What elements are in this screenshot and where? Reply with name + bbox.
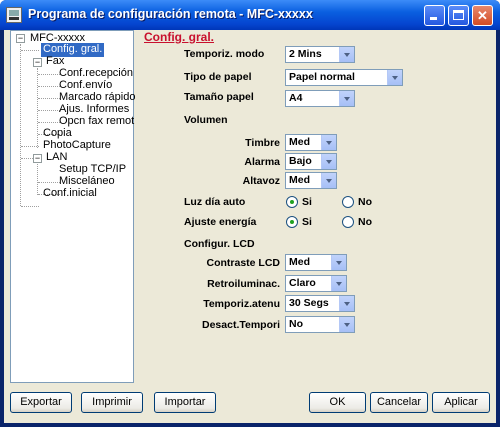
cancelar-button[interactable]: Cancelar bbox=[370, 392, 428, 413]
contraste-lcd-label: Contraste LCD bbox=[206, 257, 280, 269]
imprimir-button[interactable]: Imprimir bbox=[81, 392, 143, 413]
ajuste-energia-si-label: Si bbox=[302, 216, 312, 228]
chevron-down-icon bbox=[321, 173, 336, 188]
collapse-icon[interactable]: − bbox=[33, 58, 42, 67]
collapse-icon[interactable]: − bbox=[33, 154, 42, 163]
luz-dia-auto-no-radio[interactable] bbox=[342, 196, 354, 208]
temporiz-modo-label: Temporiz. modo bbox=[184, 48, 265, 60]
tree-item-conf-inicial[interactable]: Conf.inicial bbox=[41, 187, 99, 201]
chevron-down-icon bbox=[331, 255, 346, 270]
settings-panel: Config. gral. Temporiz. modo 2 Mins Tipo… bbox=[140, 30, 496, 383]
contraste-lcd-value: Med bbox=[289, 256, 310, 268]
minimize-icon bbox=[430, 17, 437, 20]
exportar-button[interactable]: Exportar bbox=[10, 392, 72, 413]
tipo-papel-label: Tipo de papel bbox=[184, 71, 252, 83]
tree-line bbox=[37, 68, 38, 148]
chevron-down-icon bbox=[339, 296, 354, 311]
temporiz-modo-value: 2 Mins bbox=[289, 48, 322, 60]
tree-line bbox=[37, 164, 38, 195]
luz-dia-auto-si-radio[interactable] bbox=[286, 196, 298, 208]
volumen-label: Volumen bbox=[184, 114, 228, 126]
maximize-button[interactable] bbox=[448, 5, 469, 26]
tree-line bbox=[21, 50, 39, 51]
tipo-papel-select[interactable]: Papel normal bbox=[285, 69, 403, 86]
app-icon bbox=[6, 7, 22, 23]
ajuste-energia-no-label: No bbox=[358, 216, 372, 228]
ajuste-energia-label: Ajuste energía bbox=[184, 216, 257, 228]
desact-tempori-label: Desact.Tempori bbox=[202, 319, 280, 331]
contraste-lcd-select[interactable]: Med bbox=[285, 254, 347, 271]
window-title: Programa de configuración remota - MFC-x… bbox=[28, 7, 313, 21]
window: Programa de configuración remota - MFC-x… bbox=[0, 0, 500, 427]
chevron-down-icon bbox=[339, 91, 354, 106]
tamano-papel-select[interactable]: A4 bbox=[285, 90, 355, 107]
chevron-down-icon bbox=[339, 47, 354, 62]
luz-dia-auto-si-label: Si bbox=[302, 196, 312, 208]
ajuste-energia-si-radio[interactable] bbox=[286, 216, 298, 228]
ok-button[interactable]: OK bbox=[309, 392, 366, 413]
altavoz-label: Altavoz bbox=[242, 175, 280, 187]
tipo-papel-value: Papel normal bbox=[289, 71, 355, 83]
chevron-down-icon bbox=[321, 154, 336, 169]
chevron-down-icon bbox=[339, 317, 354, 332]
aplicar-button[interactable]: Aplicar bbox=[432, 392, 490, 413]
configur-lcd-label: Configur. LCD bbox=[184, 238, 255, 250]
close-button[interactable]: ✕ bbox=[472, 5, 493, 26]
tree-line bbox=[21, 146, 39, 147]
temporiz-modo-select[interactable]: 2 Mins bbox=[285, 46, 355, 63]
temporiz-atenu-label: Temporiz.atenu bbox=[203, 298, 280, 310]
timbre-label: Timbre bbox=[245, 137, 280, 149]
temporiz-atenu-select[interactable]: 30 Segs bbox=[285, 295, 355, 312]
desact-tempori-select[interactable]: No bbox=[285, 316, 355, 333]
luz-dia-auto-no-label: No bbox=[358, 196, 372, 208]
importar-button[interactable]: Importar bbox=[154, 392, 216, 413]
chevron-down-icon bbox=[331, 276, 346, 291]
altavoz-select[interactable]: Med bbox=[285, 172, 337, 189]
retroiluminac-value: Claro bbox=[289, 277, 316, 289]
page-title: Config. gral. bbox=[144, 30, 214, 44]
altavoz-value: Med bbox=[289, 174, 310, 186]
retroiluminac-label: Retroiluminac. bbox=[207, 278, 280, 290]
alarma-select[interactable]: Bajo bbox=[285, 153, 337, 170]
retroiluminac-select[interactable]: Claro bbox=[285, 275, 347, 292]
tamano-papel-value: A4 bbox=[289, 92, 303, 104]
chevron-down-icon bbox=[387, 70, 402, 85]
timbre-value: Med bbox=[289, 136, 310, 148]
desact-tempori-value: No bbox=[289, 318, 303, 330]
tamano-papel-label: Tamaño papel bbox=[184, 91, 254, 103]
client-area: − MFC-xxxxx Config. gral. − Fax Conf.rec… bbox=[4, 30, 496, 423]
tree-line bbox=[21, 206, 39, 207]
chevron-down-icon bbox=[321, 135, 336, 150]
temporiz-atenu-value: 30 Segs bbox=[289, 297, 329, 309]
timbre-select[interactable]: Med bbox=[285, 134, 337, 151]
title-bar[interactable]: Programa de configuración remota - MFC-x… bbox=[0, 0, 500, 30]
collapse-icon[interactable]: − bbox=[16, 34, 25, 43]
alarma-value: Bajo bbox=[289, 155, 312, 167]
maximize-icon bbox=[453, 10, 464, 20]
tree-line bbox=[20, 44, 21, 206]
minimize-button[interactable] bbox=[424, 5, 445, 26]
ajuste-energia-no-radio[interactable] bbox=[342, 216, 354, 228]
settings-tree[interactable]: − MFC-xxxxx Config. gral. − Fax Conf.rec… bbox=[10, 30, 135, 383]
close-icon: ✕ bbox=[477, 8, 488, 23]
alarma-label: Alarma bbox=[244, 156, 280, 168]
luz-dia-auto-label: Luz día auto bbox=[184, 196, 246, 208]
